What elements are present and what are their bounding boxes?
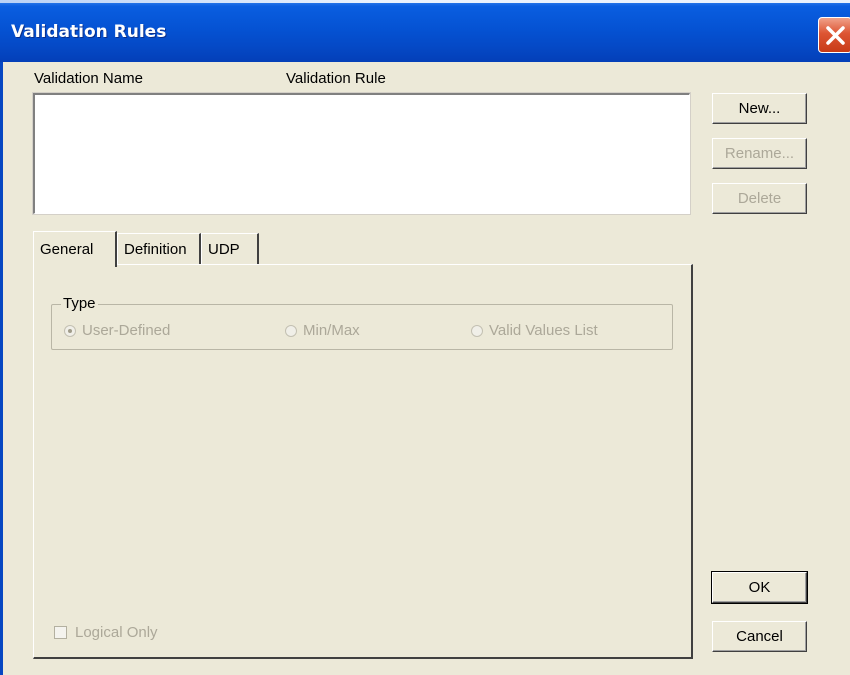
ok-button[interactable]: OK	[711, 571, 808, 604]
tab-udp[interactable]: UDP	[201, 233, 259, 264]
column-header-validation-name[interactable]: Validation Name	[34, 70, 143, 87]
tab-general[interactable]: General	[33, 231, 117, 267]
tab-definition[interactable]: Definition	[117, 233, 201, 264]
checkbox-icon	[54, 626, 67, 639]
validation-rules-dialog: Validation Rules Validation Name Validat…	[0, 0, 850, 675]
title-bar[interactable]: Validation Rules	[0, 0, 850, 62]
close-icon	[826, 26, 845, 45]
radio-selected-icon	[64, 324, 76, 337]
new-button[interactable]: New...	[712, 93, 807, 124]
general-tab-panel: Type User-Defined Min/Max Valid Values L…	[33, 264, 693, 659]
type-group-label: Type	[61, 295, 98, 312]
logical-only-label: Logical Only	[75, 624, 158, 641]
radio-min-max-label: Min/Max	[303, 322, 360, 339]
delete-button[interactable]: Delete	[712, 183, 807, 214]
close-button[interactable]	[818, 17, 850, 53]
radio-user-defined[interactable]: User-Defined	[64, 322, 170, 339]
title-bar-highlight	[0, 0, 850, 3]
radio-valid-values-list[interactable]: Valid Values List	[471, 322, 598, 339]
radio-min-max[interactable]: Min/Max	[285, 322, 360, 339]
radio-valid-values-list-label: Valid Values List	[489, 322, 598, 339]
rename-button[interactable]: Rename...	[712, 138, 807, 169]
cancel-button[interactable]: Cancel	[712, 621, 807, 652]
radio-unselected-icon	[471, 324, 483, 337]
logical-only-checkbox[interactable]: Logical Only	[54, 624, 158, 641]
window-title: Validation Rules	[11, 22, 167, 42]
column-header-validation-rule[interactable]: Validation Rule	[286, 70, 386, 87]
radio-user-defined-label: User-Defined	[82, 322, 171, 339]
validation-list[interactable]	[32, 92, 691, 215]
radio-unselected-icon	[285, 324, 297, 337]
